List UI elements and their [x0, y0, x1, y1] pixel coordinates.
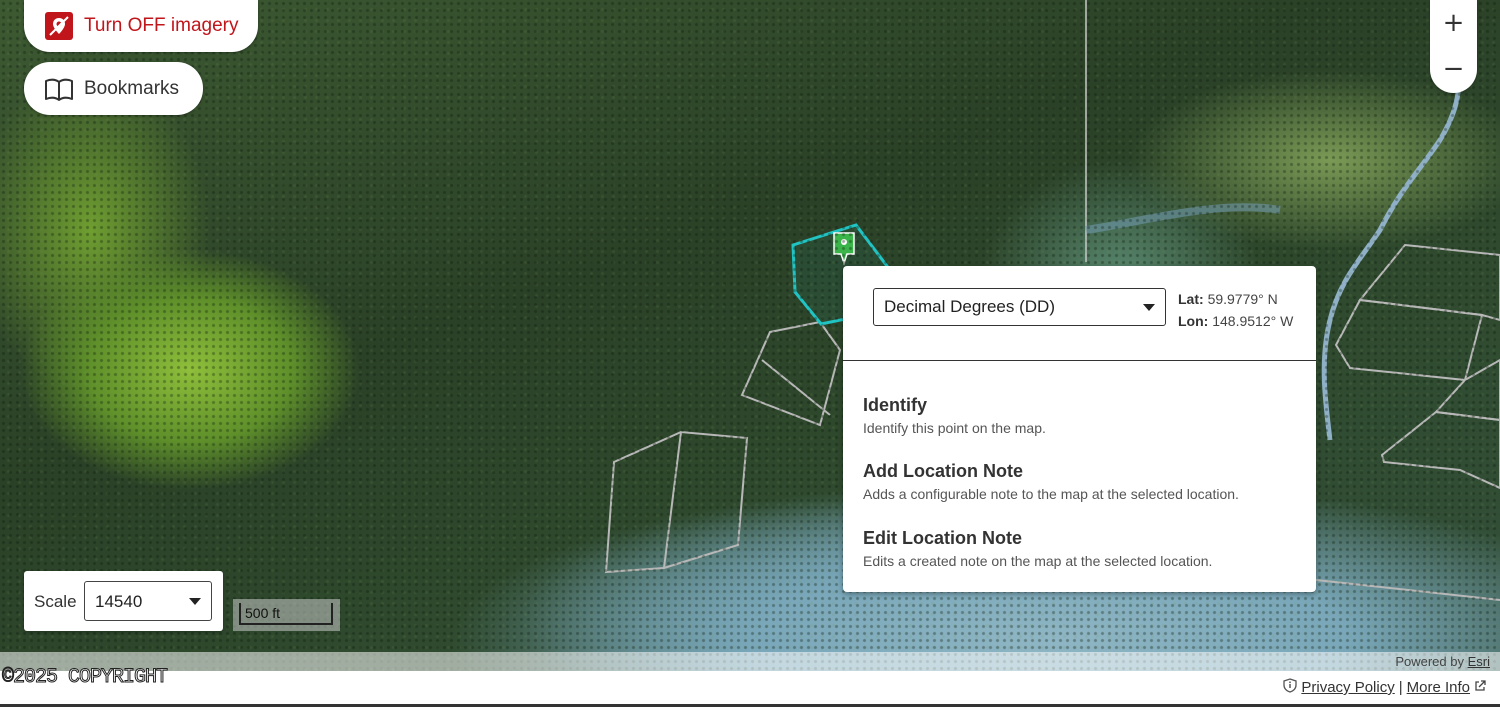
- lat-value: 59.9779° N: [1207, 291, 1278, 307]
- coordinate-format-value: Decimal Degrees (DD): [884, 297, 1055, 316]
- chevron-down-icon: [1143, 304, 1155, 311]
- footer: ©2025 COPYRIGHT Privacy Policy | More In…: [0, 666, 1500, 707]
- scale-control: Scale 14540: [24, 571, 223, 631]
- attribution-bar: Powered by Esri: [0, 652, 1500, 671]
- action-title: Identify: [863, 395, 928, 415]
- popup-divider: [843, 360, 1316, 361]
- coordinate-readout: Lat: 59.9779° N Lon: 148.9512° W: [1178, 288, 1293, 332]
- action-description: Identify this point on the map.: [863, 420, 1046, 436]
- lon-value: 148.9512° W: [1212, 313, 1294, 329]
- powered-by-text: Powered by: [1395, 654, 1464, 669]
- footer-links: Privacy Policy | More Info: [1283, 678, 1486, 697]
- chevron-down-icon: [189, 598, 201, 605]
- turn-off-imagery-label: Turn OFF imagery: [84, 15, 239, 36]
- location-popup: Decimal Degrees (DD) Lat: 59.9779° N Lon…: [843, 266, 1316, 592]
- external-link-icon: [1474, 679, 1486, 696]
- more-info-link[interactable]: More Info: [1407, 679, 1470, 696]
- add-location-note-action[interactable]: Add Location Note Adds a configurable no…: [863, 461, 1293, 502]
- zoom-control: + −: [1430, 0, 1477, 93]
- scale-select[interactable]: 14540: [84, 581, 212, 621]
- action-description: Adds a configurable note to the map at t…: [863, 486, 1239, 502]
- edit-location-note-action[interactable]: Edit Location Note Edits a created note …: [863, 528, 1293, 569]
- lon-label: Lon:: [1178, 313, 1209, 329]
- lat-label: Lat:: [1178, 291, 1204, 307]
- zoom-in-button[interactable]: +: [1430, 0, 1477, 46]
- turn-off-imagery-button[interactable]: Turn OFF imagery: [24, 0, 258, 52]
- bookmarks-button[interactable]: Bookmarks: [24, 62, 203, 115]
- coordinate-format-select[interactable]: Decimal Degrees (DD): [873, 288, 1166, 326]
- imagery-off-icon: [44, 11, 74, 41]
- zoom-out-button[interactable]: −: [1430, 46, 1477, 92]
- book-icon: [44, 74, 74, 104]
- action-title: Add Location Note: [863, 461, 1023, 481]
- scale-value: 14540: [95, 592, 143, 611]
- scale-bar: 500 ft: [233, 599, 340, 631]
- privacy-policy-link[interactable]: Privacy Policy: [1301, 679, 1394, 696]
- shield-info-icon: [1283, 678, 1298, 697]
- footer-separator: |: [1398, 679, 1403, 696]
- esri-link[interactable]: Esri: [1468, 654, 1490, 669]
- scale-label: Scale: [34, 592, 77, 611]
- action-title: Edit Location Note: [863, 528, 1022, 548]
- bookmarks-label: Bookmarks: [84, 77, 180, 99]
- copyright-text: ©2025 COPYRIGHT: [1, 666, 168, 690]
- action-description: Edits a created note on the map at the s…: [863, 553, 1213, 569]
- river-channel: [1085, 203, 1281, 234]
- identify-action[interactable]: Identify Identify this point on the map.: [863, 395, 1293, 436]
- scale-bar-text: 500 ft: [245, 605, 281, 621]
- powered-by: Powered by Esri: [1395, 654, 1490, 669]
